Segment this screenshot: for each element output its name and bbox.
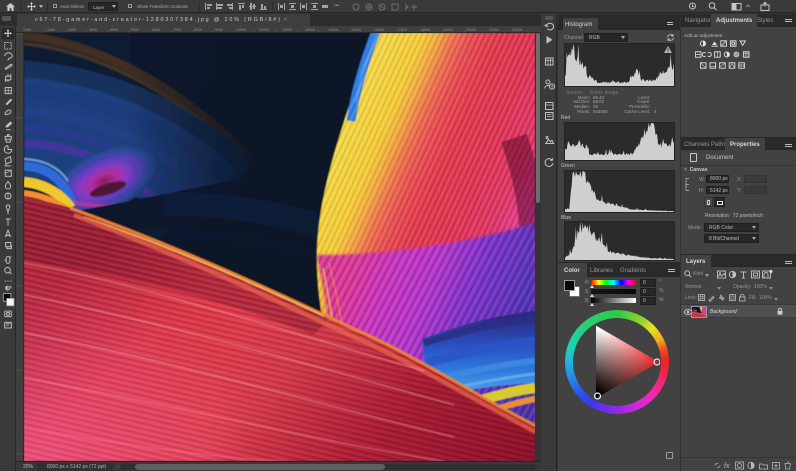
svg-text:1000: 1000 (47, 28, 55, 32)
svg-text:13000: 13000 (305, 28, 315, 32)
svg-text:18000: 18000 (420, 28, 430, 32)
svg-text:22000: 22000 (512, 28, 522, 32)
svg-text:11000: 11000 (259, 28, 269, 32)
svg-text:4000: 4000 (110, 28, 118, 32)
svg-text:6000: 6000 (152, 28, 160, 32)
svg-text:14000: 14000 (328, 28, 338, 32)
svg-text:16000: 16000 (374, 28, 384, 32)
svg-text:000: 000 (25, 28, 31, 32)
svg-text:21000: 21000 (489, 28, 499, 32)
svg-text:19000: 19000 (443, 28, 453, 32)
svg-text:2000: 2000 (68, 28, 76, 32)
svg-text:12000: 12000 (282, 28, 292, 32)
svg-text:3000: 3000 (89, 28, 97, 32)
svg-text:9000: 9000 (215, 28, 223, 32)
svg-text:7000: 7000 (173, 28, 181, 32)
svg-text:20000: 20000 (466, 28, 476, 32)
svg-text:5000: 5000 (131, 28, 139, 32)
svg-text:8000: 8000 (194, 28, 202, 32)
svg-text:10000: 10000 (236, 28, 246, 32)
svg-text:15000: 15000 (351, 28, 361, 32)
svg-text:fx: fx (724, 463, 730, 470)
